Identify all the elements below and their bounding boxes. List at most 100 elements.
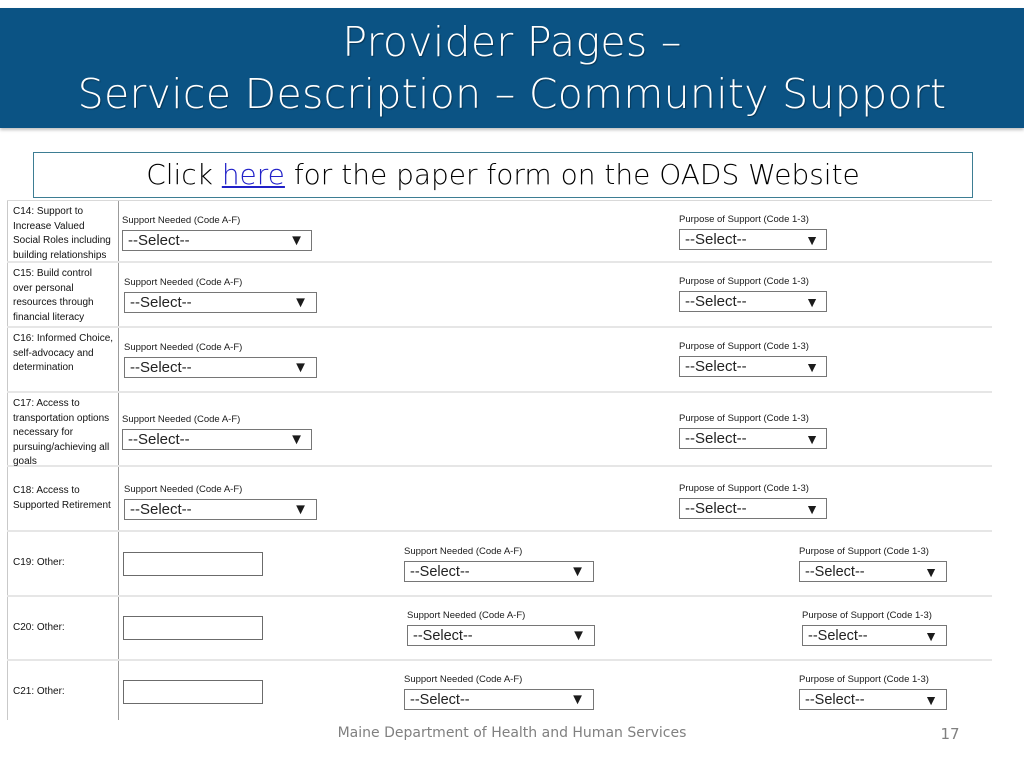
table-row: C19: Other: Support Needed (Code A-F) --… bbox=[7, 532, 992, 597]
support-needed-label: Support Needed (Code A-F) bbox=[404, 546, 523, 557]
row-label: C16: Informed Choice, self-advocacy and … bbox=[13, 333, 114, 373]
row-body: Support Needed (Code A-F) --Select-- ▼ P… bbox=[119, 597, 992, 659]
row-label: C19: Other: bbox=[13, 557, 65, 569]
chevron-down-icon: ▼ bbox=[924, 627, 938, 644]
row-body: Support Needed (Code A-F) --Select-- ▼ P… bbox=[119, 532, 992, 595]
row-label: C15: Build control over personal resourc… bbox=[13, 268, 94, 323]
purpose-of-support-label: Purpose of Support (Code 1-3) bbox=[799, 546, 929, 557]
purpose-of-support-select[interactable]: --Select-- ▼ bbox=[679, 291, 827, 312]
row-body: Support Needed (Code A-F) --Select-- ▼ P… bbox=[119, 328, 992, 391]
purpose-of-support-group: Prupose of Support (Code 1-3) --Select--… bbox=[679, 483, 827, 519]
slide-title-line-1: Provider Pages – bbox=[342, 18, 682, 66]
chevron-down-icon: ▼ bbox=[570, 691, 585, 708]
purpose-of-support-select[interactable]: --Select-- ▼ bbox=[679, 356, 827, 377]
purpose-of-support-select[interactable]: --Select-- ▼ bbox=[679, 229, 827, 250]
slide-title-line-2: Service Description – Community Support bbox=[77, 70, 947, 118]
support-needed-label: Support Needed (Code A-F) bbox=[407, 610, 526, 621]
purpose-of-support-label: Purpose of Support (Code 1-3) bbox=[679, 214, 809, 225]
table-row: C20: Other: Support Needed (Code A-F) --… bbox=[7, 597, 992, 661]
purpose-of-support-label: Purpose of Support (Code 1-3) bbox=[679, 413, 809, 424]
table-row: C16: Informed Choice, self-advocacy and … bbox=[7, 328, 992, 393]
purpose-of-support-group: Purpose of Support (Code 1-3) --Select--… bbox=[802, 610, 947, 646]
row-label-cell: C14: Support to Increase Valued Social R… bbox=[7, 201, 119, 261]
support-needed-label: Support Needed (Code A-F) bbox=[124, 277, 243, 288]
purpose-of-support-value: --Select-- bbox=[685, 293, 747, 310]
support-needed-label: Support Needed (Code A-F) bbox=[124, 484, 243, 495]
purpose-of-support-label: Purpose of Support (Code 1-3) bbox=[679, 341, 809, 352]
row-label-cell: C21: Other: bbox=[7, 661, 119, 723]
link-suffix-text: for the paper form on the OADS Website bbox=[284, 158, 860, 191]
purpose-of-support-group: Purpose of Support (Code 1-3) --Select--… bbox=[799, 674, 947, 710]
support-needed-group: Support Needed (Code A-F) --Select-- ▼ bbox=[122, 215, 312, 251]
support-needed-select[interactable]: --Select-- ▼ bbox=[124, 292, 317, 313]
chevron-down-icon: ▼ bbox=[924, 691, 938, 708]
paper-form-link-line: Click here for the paper form on the OAD… bbox=[33, 158, 973, 191]
support-needed-group: Support Needed (Code A-F) --Select-- ▼ bbox=[404, 674, 594, 710]
row-body: Support Needed (Code A-F) --Select-- ▼ P… bbox=[119, 201, 992, 261]
support-needed-group: Support Needed (Code A-F) --Select-- ▼ bbox=[124, 484, 317, 520]
purpose-of-support-value: --Select-- bbox=[685, 430, 747, 447]
chevron-down-icon: ▼ bbox=[924, 563, 938, 580]
table-row: C14: Support to Increase Valued Social R… bbox=[7, 201, 992, 263]
other-description-input[interactable] bbox=[123, 616, 263, 640]
support-needed-select[interactable]: --Select-- ▼ bbox=[404, 689, 594, 710]
chevron-down-icon: ▼ bbox=[571, 627, 586, 644]
purpose-of-support-select[interactable]: --Select-- ▼ bbox=[679, 498, 827, 519]
row-label-cell: C16: Informed Choice, self-advocacy and … bbox=[7, 328, 119, 391]
chevron-down-icon: ▼ bbox=[805, 430, 819, 447]
table-row: C21: Other: Support Needed (Code A-F) --… bbox=[7, 661, 992, 725]
support-needed-group: Support Needed (Code A-F) --Select-- ▼ bbox=[124, 342, 317, 378]
purpose-of-support-group: Purpose of Support (Code 1-3) --Select--… bbox=[679, 276, 827, 312]
purpose-of-support-value: --Select-- bbox=[685, 500, 747, 517]
footer-page-number: 17 bbox=[940, 725, 960, 743]
chevron-down-icon: ▼ bbox=[289, 431, 304, 448]
support-needed-group: Support Needed (Code A-F) --Select-- ▼ bbox=[122, 414, 312, 450]
row-label: C20: Other: bbox=[13, 621, 65, 633]
slide-title-banner: Provider Pages – Service Description – C… bbox=[0, 8, 1024, 128]
purpose-of-support-select[interactable]: --Select-- ▼ bbox=[799, 561, 947, 582]
purpose-of-support-value: --Select-- bbox=[685, 231, 747, 248]
support-needed-select[interactable]: --Select-- ▼ bbox=[122, 230, 312, 251]
row-body: Support Needed (Code A-F) --Select-- ▼ P… bbox=[119, 263, 992, 326]
row-label: C18: Access to Supported Retirement bbox=[13, 485, 111, 511]
other-description-input[interactable] bbox=[123, 680, 263, 704]
chevron-down-icon: ▼ bbox=[289, 232, 304, 249]
purpose-of-support-select[interactable]: --Select-- ▼ bbox=[799, 689, 947, 710]
row-label: C17: Access to transportation options ne… bbox=[13, 398, 110, 467]
support-needed-select[interactable]: --Select-- ▼ bbox=[404, 561, 594, 582]
paper-form-link[interactable]: here bbox=[222, 158, 285, 191]
row-label-cell: C19: Other: bbox=[7, 532, 119, 595]
row-body: Support Needed (Code A-F) --Select-- ▼ P… bbox=[119, 661, 992, 723]
row-label: C14: Support to Increase Valued Social R… bbox=[13, 206, 111, 261]
purpose-of-support-group: Purpose of Support (Code 1-3) --Select--… bbox=[679, 214, 827, 250]
support-needed-group: Support Needed (Code A-F) --Select-- ▼ bbox=[404, 546, 594, 582]
support-needed-group: Support Needed (Code A-F) --Select-- ▼ bbox=[124, 277, 317, 313]
chevron-down-icon: ▼ bbox=[293, 359, 308, 376]
table-row: C17: Access to transportation options ne… bbox=[7, 393, 992, 467]
purpose-of-support-label: Purpose of Support (Code 1-3) bbox=[679, 276, 809, 287]
service-description-form: C14: Support to Increase Valued Social R… bbox=[7, 200, 992, 741]
other-description-input[interactable] bbox=[123, 552, 263, 576]
support-needed-label: Support Needed (Code A-F) bbox=[122, 414, 241, 425]
purpose-of-support-select[interactable]: --Select-- ▼ bbox=[802, 625, 947, 646]
support-needed-label: Support Needed (Code A-F) bbox=[124, 342, 243, 353]
purpose-of-support-label: Prupose of Support (Code 1-3) bbox=[679, 483, 809, 494]
support-needed-select[interactable]: --Select-- ▼ bbox=[122, 429, 312, 450]
purpose-of-support-value: --Select-- bbox=[685, 358, 747, 375]
support-needed-value: --Select-- bbox=[130, 359, 192, 376]
purpose-of-support-group: Purpose of Support (Code 1-3) --Select--… bbox=[679, 413, 827, 449]
support-needed-select[interactable]: --Select-- ▼ bbox=[407, 625, 595, 646]
support-needed-value: --Select-- bbox=[130, 501, 192, 518]
purpose-of-support-group: Purpose of Support (Code 1-3) --Select--… bbox=[679, 341, 827, 377]
chevron-down-icon: ▼ bbox=[293, 501, 308, 518]
support-needed-label: Support Needed (Code A-F) bbox=[122, 215, 241, 226]
purpose-of-support-label: Purpose of Support (Code 1-3) bbox=[802, 610, 932, 621]
support-needed-select[interactable]: --Select-- ▼ bbox=[124, 357, 317, 378]
chevron-down-icon: ▼ bbox=[293, 294, 308, 311]
link-prefix-text: Click bbox=[146, 158, 222, 191]
support-needed-select[interactable]: --Select-- ▼ bbox=[124, 499, 317, 520]
support-needed-group: Support Needed (Code A-F) --Select-- ▼ bbox=[407, 610, 595, 646]
purpose-of-support-select[interactable]: --Select-- ▼ bbox=[679, 428, 827, 449]
purpose-of-support-value: --Select-- bbox=[805, 563, 865, 580]
footer-organization: Maine Department of Health and Human Ser… bbox=[337, 725, 687, 741]
